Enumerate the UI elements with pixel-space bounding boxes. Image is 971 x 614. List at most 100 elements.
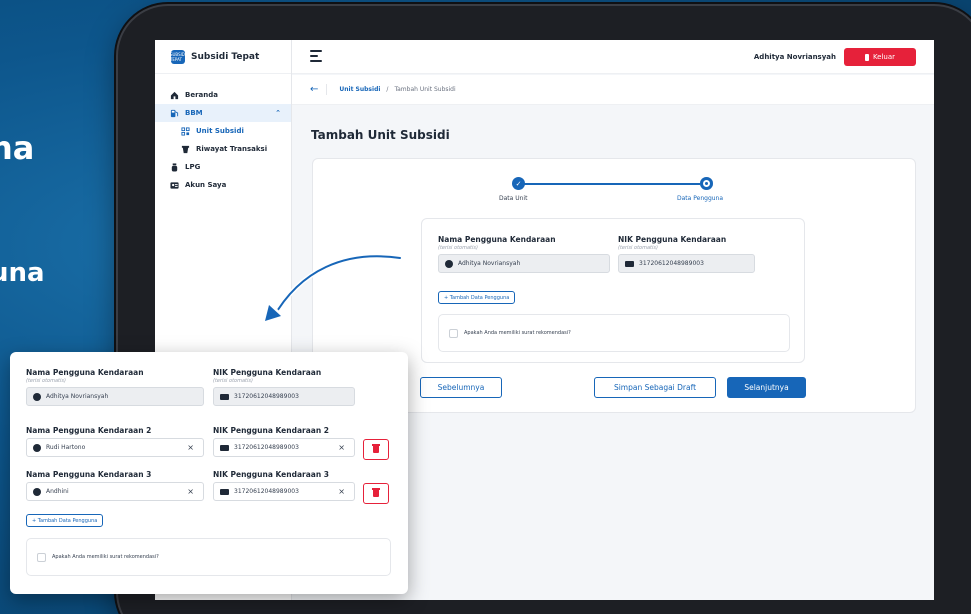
background-text-top: na [0,129,35,167]
previous-button[interactable]: Sebelumnya [420,377,502,398]
nik-hint: (terisi otomatis) [618,245,658,251]
breadcrumb-separator: / [386,86,389,93]
name-input[interactable]: Adhitya Novriansyah [26,387,204,406]
name-value: Andhini [46,488,69,495]
name-label: Nama Pengguna Kendaraan 3 [26,470,152,479]
name-label: Nama Pengguna Kendaraan [438,235,556,244]
logout-button[interactable]: Keluar [844,48,916,66]
recommendation-label: Apakah Anda memiliki surat rekomendasi? [52,554,159,560]
step-label-data-unit: Data Unit [499,195,528,202]
overlay-name-field-1: Nama Pengguna Kendaraan (terisi otomatis… [26,368,204,406]
nik-value: 31720612048989003 [234,393,299,400]
recommendation-label: Apakah Anda memiliki surat rekomendasi? [464,330,571,336]
id-card-icon [170,181,179,190]
breadcrumb: ← Unit Subsidi / Tambah Unit Subsidi [292,75,934,105]
nik-field: NIK Pengguna Kendaraan (terisi otomatis)… [618,235,755,273]
logout-label: Keluar [872,53,896,61]
trash-icon [372,444,380,453]
name-label: Nama Pengguna Kendaraan [26,368,144,377]
brand[interactable]: SUBSIDI TEPAT Subsidi Tepat [155,40,291,74]
name-input[interactable]: Andhini × [26,482,204,501]
sidebar-item-riwayat-transaksi[interactable]: Riwayat Transaksi [155,140,291,158]
nik-label: NIK Pengguna Kendaraan 2 [213,426,330,435]
overlay-name-field-3: Nama Pengguna Kendaraan 3 Andhini × [26,470,204,501]
delete-row-button[interactable] [363,483,389,504]
add-user-button[interactable]: + Tambah Data Pengguna [26,514,104,527]
nik-value: 31720612048989003 [639,260,704,267]
nik-label: NIK Pengguna Kendaraan 3 [213,470,330,479]
sidebar-item-label: Unit Subsidi [196,127,244,135]
app-name: Subsidi Tepat [191,51,260,62]
id-card-icon [625,260,634,267]
id-card-icon [220,488,229,495]
nik-input[interactable]: 31720612048989003 [213,387,355,406]
receipt-icon [181,145,190,154]
logout-icon [864,53,869,61]
sidebar-item-unit-subsidi[interactable]: Unit Subsidi [155,122,291,140]
sidebar-item-akun-saya[interactable]: Akun Saya [155,176,291,194]
name-value: Rudi Hartono [46,444,86,451]
recommendation-checkbox[interactable] [37,552,46,562]
sidebar-item-bbm[interactable]: BBM ⌃ [155,104,291,122]
recommendation-box: Apakah Anda memiliki surat rekomendasi? [438,314,790,352]
id-card-icon [220,393,229,400]
name-value: Adhitya Novriansyah [458,260,521,267]
name-value: Adhitya Novriansyah [46,393,109,400]
sidebar-item-lpg[interactable]: LPG [155,158,291,176]
breadcrumb-current: Tambah Unit Subsidi [394,86,456,93]
delete-row-button[interactable] [363,439,389,460]
save-draft-button[interactable]: Simpan Sebagai Draft [594,377,716,398]
step-active-dot-icon [700,177,713,190]
recommendation-box: Apakah Anda memiliki surat rekomendasi? [26,538,391,576]
sidebar-item-label: Riwayat Transaksi [196,145,268,153]
callout-arrow-icon [261,253,403,324]
id-card-icon [220,444,229,451]
overlay-nik-field-1: NIK Pengguna Kendaraan (terisi otomatis)… [213,368,355,406]
menu-icon[interactable] [310,50,322,65]
name-hint: (terisi otomatis) [438,245,478,251]
user-icon [445,259,453,268]
user-icon [33,487,41,496]
user-name: Adhitya Novriansyah [753,53,836,61]
nik-value: 31720612048989003 [234,444,299,451]
nik-label: NIK Pengguna Kendaraan [213,368,322,377]
clear-icon[interactable]: × [187,487,194,496]
breadcrumb-parent-link[interactable]: Unit Subsidi [339,86,380,93]
nik-input[interactable]: 31720612048989003 × [213,438,355,457]
nik-input[interactable]: 31720612048989003 × [213,482,355,501]
overlay-name-field-2: Nama Pengguna Kendaraan 2 Rudi Hartono × [26,426,204,457]
clear-icon[interactable]: × [338,443,345,452]
step-done-check-icon: ✓ [512,177,525,190]
home-icon [170,91,179,100]
sidebar-item-label: LPG [185,163,201,171]
name-input[interactable]: Adhitya Novriansyah [438,254,610,273]
gas-cylinder-icon [170,162,179,172]
stepper-line [519,183,705,185]
page-title: Tambah Unit Subsidi [311,128,450,142]
back-arrow-icon[interactable]: ← [310,84,328,95]
overlay-nik-field-2: NIK Pengguna Kendaraan 2 317206120489890… [213,426,355,457]
name-field: Nama Pengguna Kendaraan (terisi otomatis… [438,235,610,273]
app-logo-icon: SUBSIDI TEPAT [169,49,187,64]
recommendation-checkbox[interactable] [449,328,458,338]
clear-icon[interactable]: × [338,487,345,496]
add-user-button[interactable]: + Tambah Data Pengguna [438,291,516,304]
background-text-bottom: una [0,258,45,288]
stepper: ✓ Data Unit Data Pengguna [313,175,915,205]
sidebar-item-label: Beranda [185,91,218,99]
sidebar-item-label: Akun Saya [185,181,227,189]
nik-input[interactable]: 31720612048989003 [618,254,755,273]
name-label: Nama Pengguna Kendaraan 2 [26,426,152,435]
user-data-section: Nama Pengguna Kendaraan (terisi otomatis… [421,218,805,363]
nik-hint: (terisi otomatis) [213,378,253,384]
fuel-pump-icon [170,109,179,118]
qr-icon [181,126,190,136]
clear-icon[interactable]: × [187,443,194,452]
sidebar-nav: Beranda BBM ⌃ Unit Subsidi Riwayat Trans… [155,74,291,194]
nik-label: NIK Pengguna Kendaraan [618,235,727,244]
next-button[interactable]: Selanjutnya [727,377,806,398]
user-icon [33,392,41,401]
sidebar-item-beranda[interactable]: Beranda [155,86,291,104]
name-input[interactable]: Rudi Hartono × [26,438,204,457]
nik-value: 31720612048989003 [234,488,299,495]
